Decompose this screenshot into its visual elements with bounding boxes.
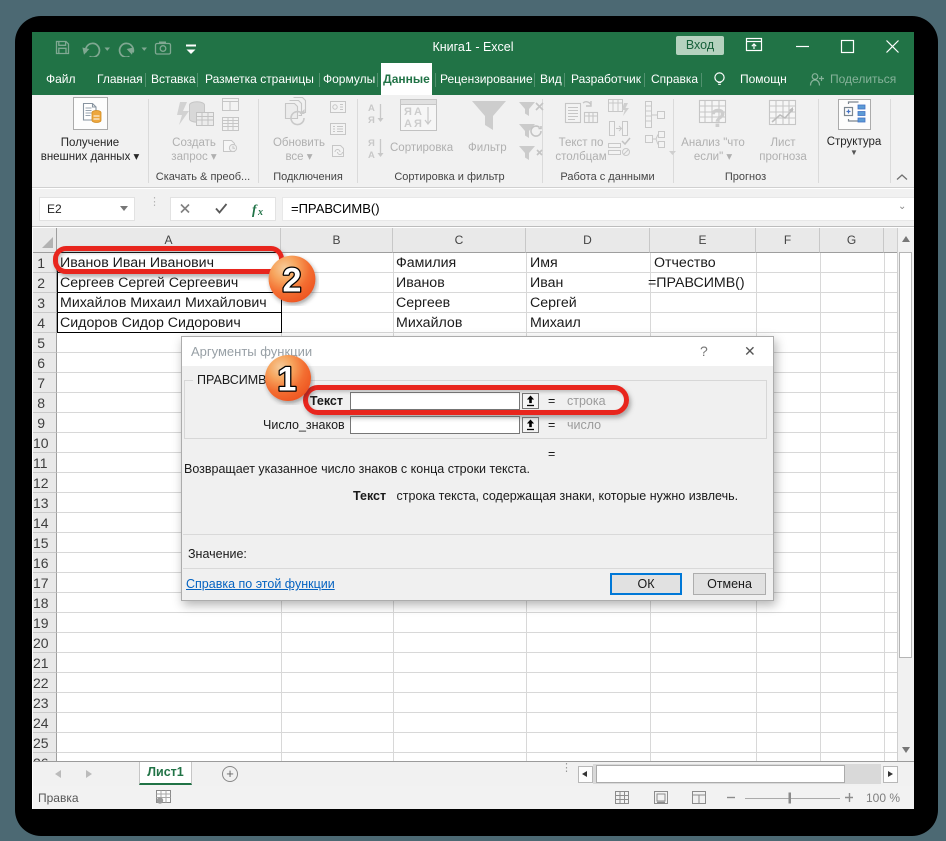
svg-text:Я: Я xyxy=(368,138,375,149)
svg-text:Я: Я xyxy=(404,106,412,118)
svg-text:x: x xyxy=(257,207,263,217)
svg-text:А: А xyxy=(368,150,375,161)
svg-text:1: 1 xyxy=(278,361,297,399)
svg-text:А: А xyxy=(404,118,412,130)
svg-text:Я: Я xyxy=(414,118,422,130)
svg-text:2: 2 xyxy=(283,262,302,300)
svg-text:А: А xyxy=(368,103,375,114)
svg-text:Я: Я xyxy=(368,115,375,126)
svg-text:?: ? xyxy=(710,103,726,133)
svg-text:А: А xyxy=(414,106,422,118)
